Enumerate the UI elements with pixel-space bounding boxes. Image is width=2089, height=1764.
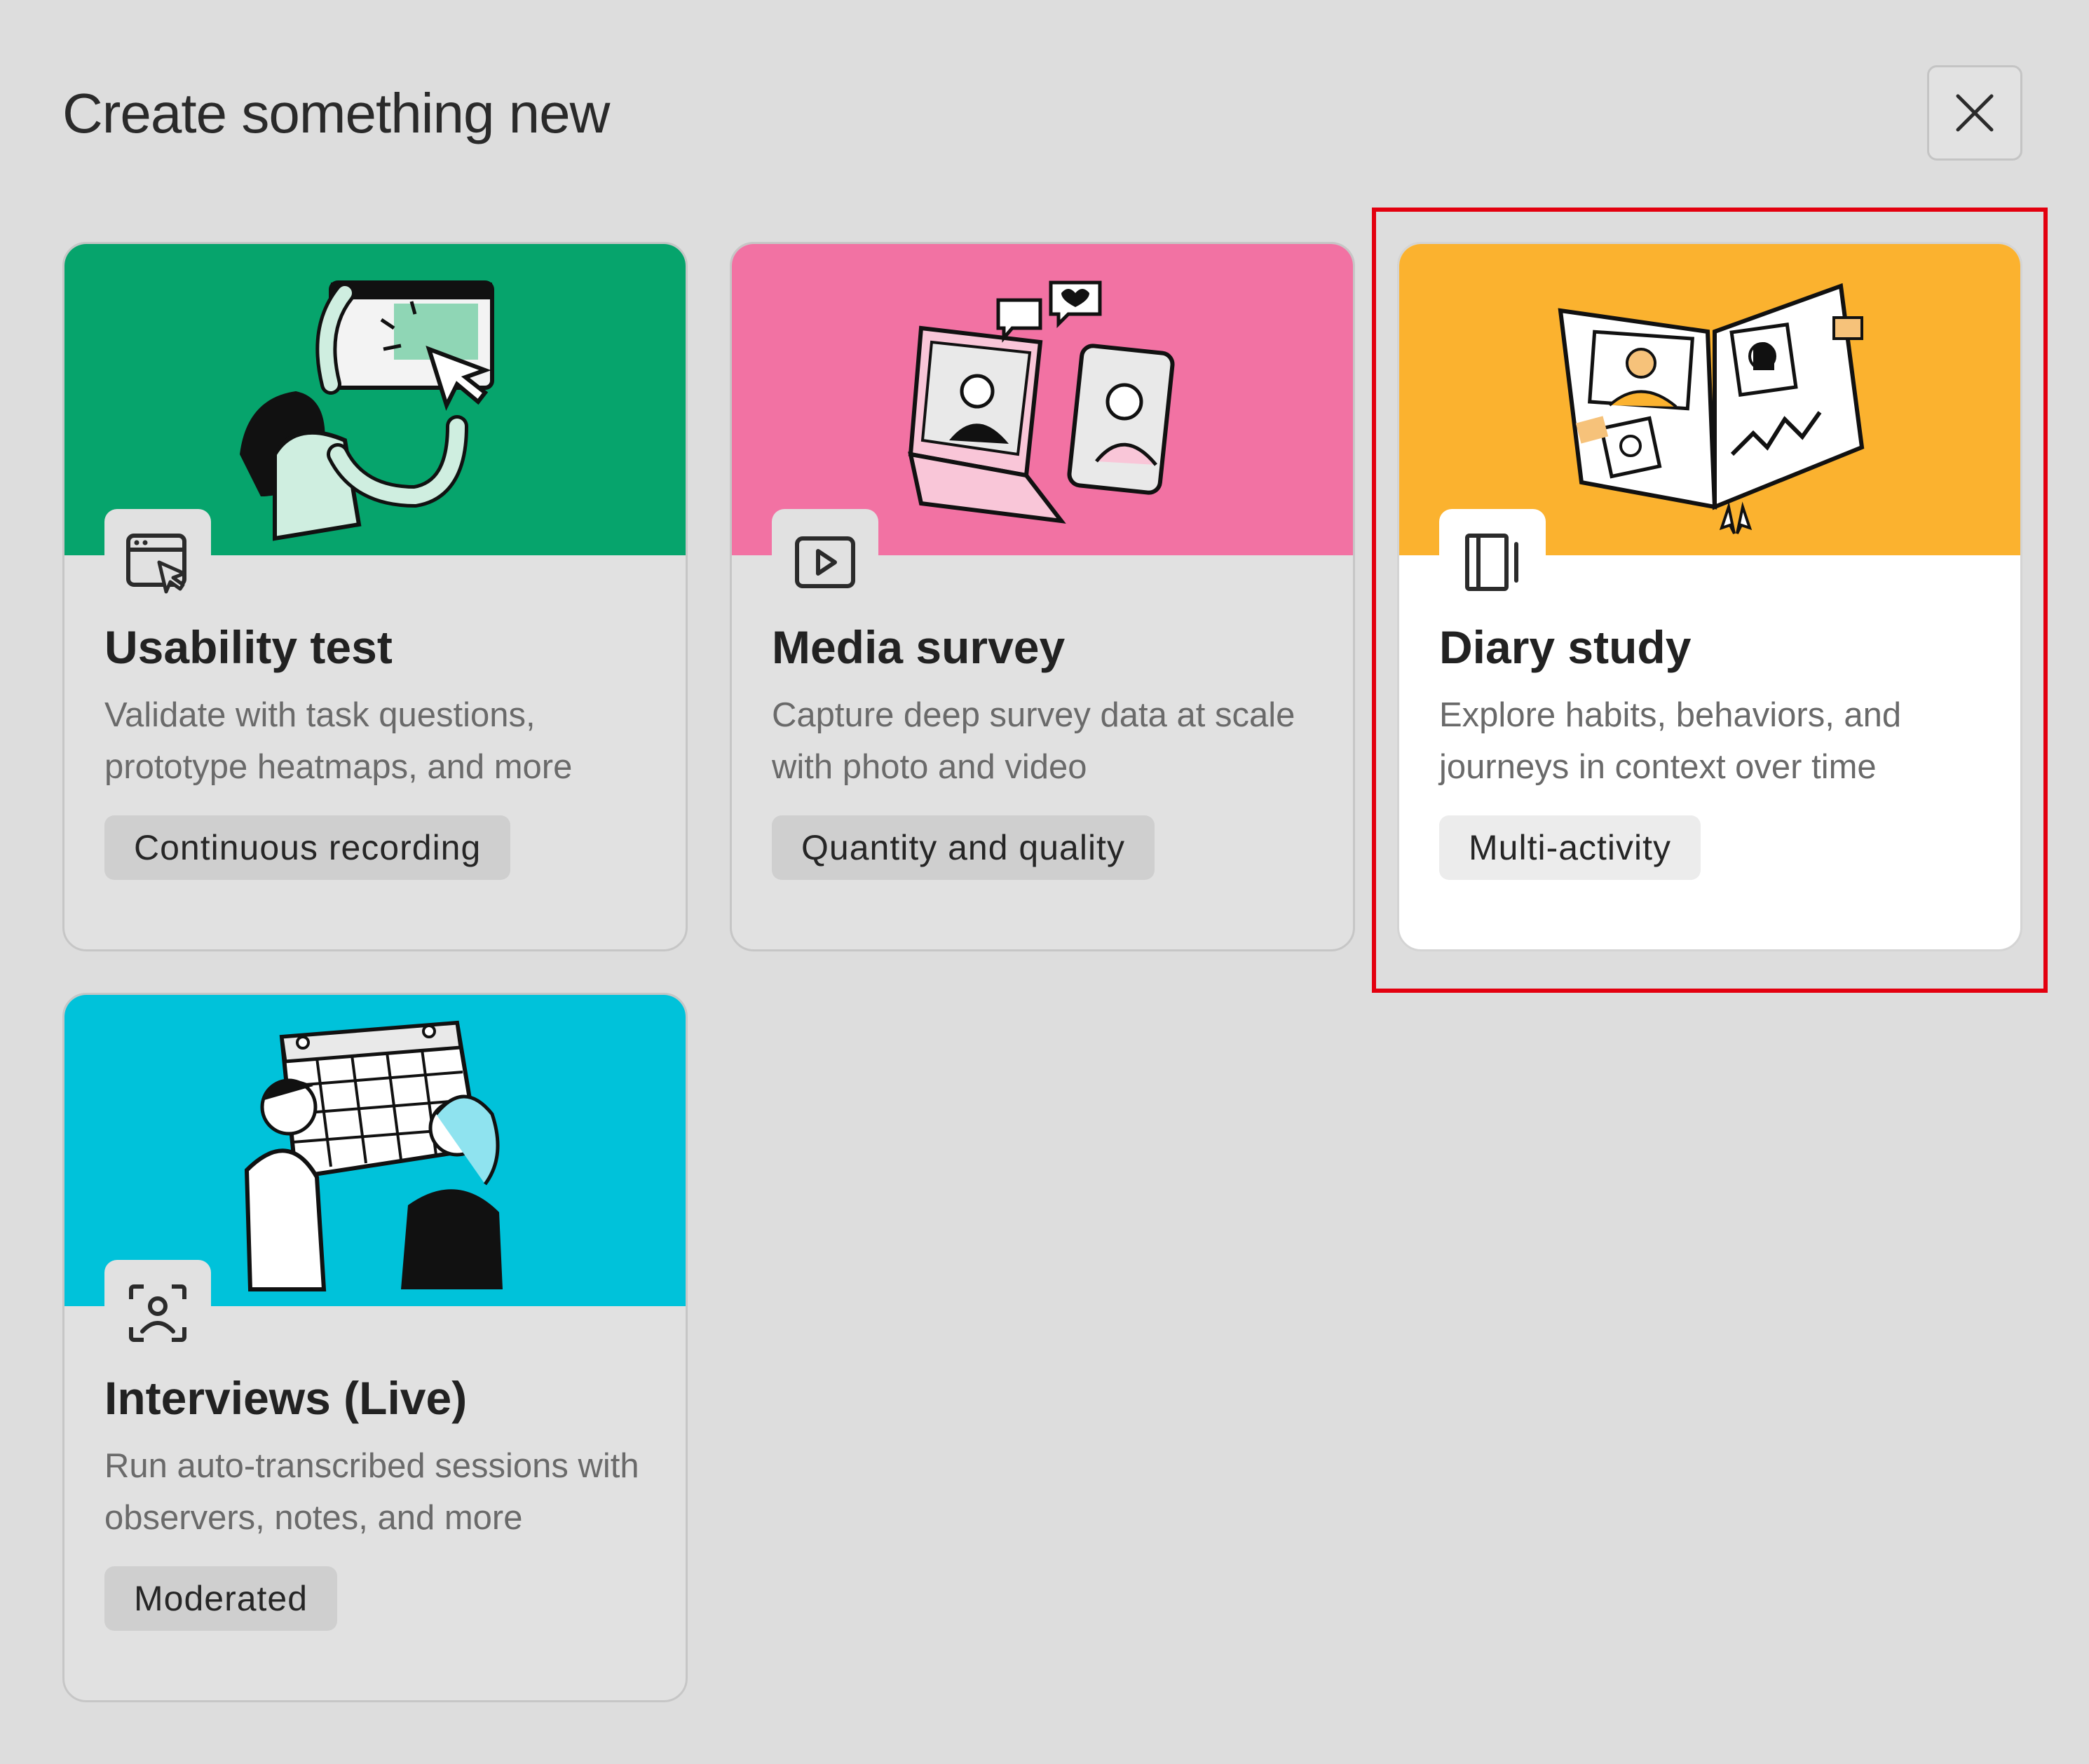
browser-cursor-icon	[126, 534, 186, 594]
card-icon-badge	[104, 1260, 211, 1366]
card-interviews-live[interactable]: Interviews (Live) Run auto-transcribed s…	[62, 993, 688, 1702]
person-focus-icon	[129, 1284, 186, 1342]
card-diary-study[interactable]: Diary study Explore habits, behaviors, a…	[1397, 242, 2022, 951]
card-icon-badge	[104, 509, 211, 616]
card-icon-badge	[772, 509, 878, 616]
card-media-survey[interactable]: Media survey Capture deep survey data at…	[730, 242, 1355, 951]
card-tag: Multi-activity	[1439, 815, 1701, 880]
card-description: Validate with task questions, prototype …	[104, 696, 573, 786]
close-button[interactable]	[1927, 65, 2022, 161]
card-description: Capture deep survey data at scale with p…	[772, 696, 1295, 786]
card-title: Diary study	[1439, 621, 1692, 673]
card-title: Media survey	[772, 621, 1066, 673]
dialog-title: Create something new	[62, 82, 610, 144]
card-description: Run auto-transcribed sessions with obser…	[104, 1447, 639, 1537]
card-usability-test[interactable]: Usability test Validate with task questi…	[62, 242, 688, 951]
close-icon	[1956, 94, 1994, 132]
card-tag: Continuous recording	[104, 815, 511, 880]
card-icon-badge	[1439, 509, 1546, 616]
card-tag: Quantity and quality	[772, 815, 1155, 880]
card-title: Interviews (Live)	[104, 1372, 468, 1424]
diary-book-icon	[1465, 534, 1518, 591]
play-video-icon	[795, 536, 855, 588]
card-title: Usability test	[104, 621, 393, 673]
card-description: Explore habits, behaviors, and journeys …	[1439, 696, 1902, 786]
card-tag: Moderated	[104, 1566, 338, 1631]
